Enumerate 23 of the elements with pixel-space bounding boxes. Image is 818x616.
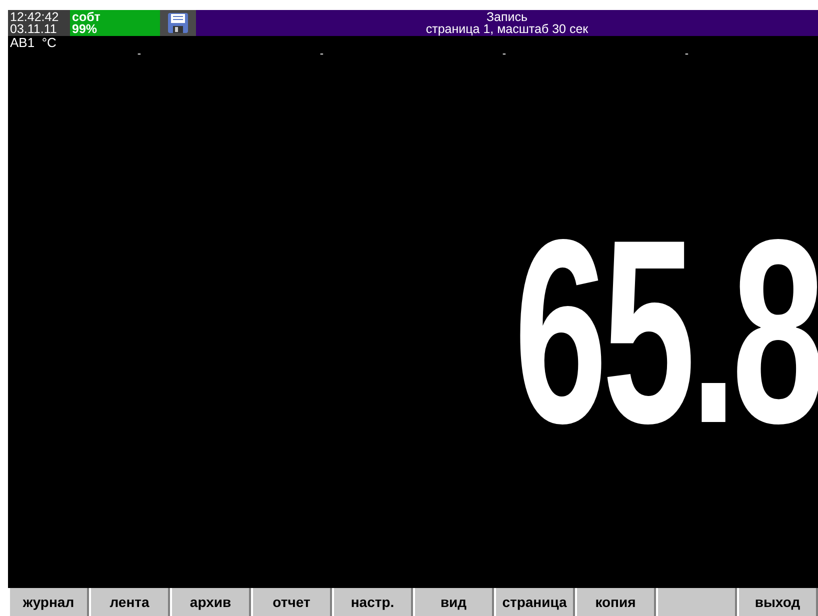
function-key[interactable]: страница [494, 588, 575, 616]
scale-mark: - [320, 49, 324, 60]
function-key[interactable]: лента [89, 588, 170, 616]
mode-text: собт [72, 11, 102, 23]
scale-mark: - [137, 49, 142, 60]
unit-label: °C [42, 35, 56, 50]
window-title: Запись [485, 11, 528, 23]
scale-mark: - [684, 49, 689, 60]
blank-key[interactable] [656, 588, 737, 616]
clock-time: 12:42:42 [10, 11, 60, 23]
scale-mark: - [502, 49, 506, 60]
function-key[interactable]: отчет [251, 588, 332, 616]
channel-name: АВ1 [10, 35, 35, 50]
battery-text: 99% [72, 23, 98, 35]
function-key[interactable]: вид [413, 588, 494, 616]
function-key[interactable]: настр. [332, 588, 413, 616]
function-key[interactable]: архив [170, 588, 251, 616]
function-key[interactable]: копия [575, 588, 656, 616]
page-scale-text: страница 1, масштаб 30 сек [424, 23, 590, 35]
function-key[interactable]: журнал [8, 588, 89, 616]
date-text: 03.11.11 [10, 23, 58, 35]
value-display: 65.8 [514, 201, 818, 463]
function-key[interactable]: выход [737, 588, 818, 616]
